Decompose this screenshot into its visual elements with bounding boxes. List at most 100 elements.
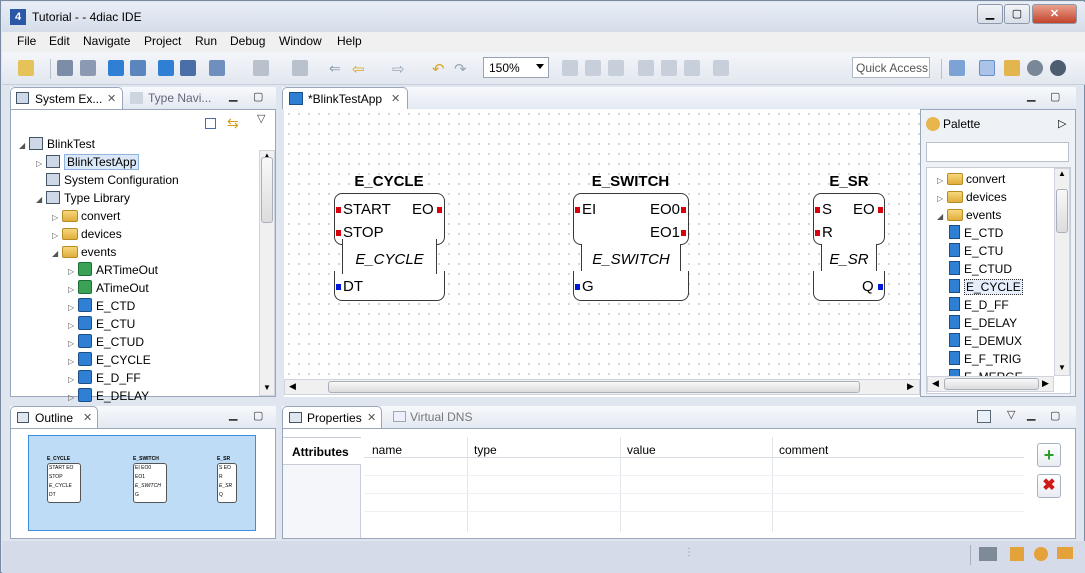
palette-item[interactable]: E_DELAY [949,314,1017,332]
tree-item[interactable]: System Configuration [36,171,179,189]
fb-instance-name[interactable]: E_SR [813,173,885,190]
port-q[interactable]: Q [862,278,874,295]
menu-file[interactable]: File [17,34,36,48]
fb-instance-name[interactable]: E_SWITCH [573,173,688,190]
tab-type-navigator[interactable]: Type Navi... [148,91,211,105]
tree-item[interactable]: ◢ events [52,243,116,261]
expanded-arrow-icon[interactable]: ◢ [19,137,29,155]
search-icon[interactable] [209,60,225,76]
menu-edit[interactable]: Edit [49,34,70,48]
tab-blinktestapp[interactable]: *BlinkTestApp ✕ [282,87,408,109]
subapp-icon[interactable] [180,60,196,76]
scroll-right-icon[interactable]: ▶ [1042,378,1049,389]
port-ei[interactable]: EI [582,201,596,218]
tab-properties[interactable]: Properties ✕ [282,406,382,428]
attributes-section-tab[interactable]: Attributes [283,437,361,465]
align-top-icon[interactable] [638,60,654,76]
column-header-name[interactable]: name [372,441,402,459]
save-all-icon[interactable] [80,60,96,76]
tree-item[interactable]: ▷ E_CTU [68,315,135,333]
palette-item[interactable]: ◢ events [937,206,1001,224]
tree-item[interactable]: ◢ Type Library [36,189,130,207]
maximize-view-icon[interactable]: ▢ [253,90,263,103]
deployment-perspective-icon[interactable] [1027,60,1043,76]
canvas-scroll-thumb[interactable] [328,381,860,393]
scroll-left-icon[interactable]: ◀ [289,381,296,392]
port-start[interactable]: START [343,201,391,218]
cheatsheet-icon[interactable] [1057,547,1073,559]
expanded-arrow-icon[interactable]: ◢ [937,208,947,226]
system-icon[interactable] [130,60,146,76]
collapsed-arrow-icon[interactable]: ▷ [68,389,78,407]
port-r[interactable]: R [822,224,833,241]
tree-item[interactable]: ▷ convert [52,207,120,225]
close-icon[interactable]: ✕ [83,411,92,424]
tree-item[interactable]: ▷ ATimeOut [68,279,149,297]
open-perspective-icon[interactable] [949,60,965,76]
align-right-icon[interactable] [608,60,624,76]
quick-access-input[interactable]: Quick Access [852,57,930,78]
tree-item[interactable]: ▷ E_CYCLE [68,351,151,369]
expanded-arrow-icon[interactable]: ◢ [36,191,46,209]
prev-annotation-icon[interactable] [292,60,308,76]
outline-viewport[interactable]: E_CYCLE START EO STOP E_CYCLE DT E_SWITCH EI E… [28,435,256,531]
column-header-value[interactable]: value [627,441,656,459]
palette-hscroll-thumb[interactable] [944,378,1039,390]
palette-item[interactable]: E_CTUD [949,260,1012,278]
forward-icon[interactable]: ⇨ [392,60,408,78]
port-eo[interactable]: EO [412,201,434,218]
menu-navigate[interactable]: Navigate [83,34,130,48]
tab-outline[interactable]: Outline ✕ [10,406,98,428]
adapter-icon[interactable] [158,60,174,76]
view-menu-icon[interactable]: ▽ [257,112,265,125]
canvas-scrollbar[interactable]: ◀ ▶ [284,379,920,395]
tree-scroll-thumb[interactable] [261,157,273,223]
palette-vscrollbar[interactable]: ▲ ▼ [1054,168,1070,376]
palette-item[interactable]: ▷ convert [937,170,1005,188]
port-eo0[interactable]: EO0 [650,201,680,218]
settings-icon[interactable] [1034,547,1048,561]
maximize-view-icon[interactable]: ▢ [1050,409,1060,422]
fb-data-section[interactable] [813,271,885,301]
fb-instance-name[interactable]: E_CYCLE [334,173,444,190]
palette-item[interactable]: ▷ devices [937,188,1007,206]
port-dt[interactable]: DT [343,278,363,295]
close-button[interactable]: ✕ [1032,4,1077,24]
palette-scroll-thumb[interactable] [1056,189,1068,233]
progress-icon[interactable] [979,547,997,561]
minimize-view-icon[interactable]: ▁ [1027,89,1035,102]
maximize-button[interactable]: ▢ [1004,4,1030,24]
palette-item[interactable]: E_CYCLE [949,278,1023,296]
port-g[interactable]: G [582,278,594,295]
palette-collapse-icon[interactable]: ▷ [1058,117,1066,130]
minimize-button[interactable]: ▁ [977,4,1003,24]
tab-virtual-dns[interactable]: Virtual DNS [410,410,472,424]
minimize-view-icon[interactable]: ▁ [229,89,237,102]
maximize-view-icon[interactable]: ▢ [253,409,263,422]
menu-project[interactable]: Project [144,34,181,48]
system-perspective-icon[interactable] [979,60,995,76]
add-attribute-button[interactable]: + [1037,443,1061,467]
tree-item[interactable]: ▷ E_CTUD [68,333,144,351]
pin-view-icon[interactable] [977,410,991,423]
column-header-comment[interactable]: comment [779,441,828,459]
delete-attribute-button[interactable]: ✖ [1037,474,1061,498]
back-icon[interactable]: ⇦ [352,60,368,78]
align-left-icon[interactable] [562,60,578,76]
port-eo[interactable]: EO [853,201,875,218]
scroll-down-icon[interactable]: ▼ [1058,363,1066,372]
align-bottom-icon[interactable] [684,60,700,76]
scroll-left-icon[interactable]: ◀ [932,378,939,389]
palette-item[interactable]: E_D_FF [949,296,1009,314]
next-annotation-icon[interactable] [253,60,269,76]
redo-icon[interactable]: ↷ [454,60,470,78]
align-center-icon[interactable] [585,60,601,76]
close-icon[interactable]: ✕ [367,411,376,424]
close-icon[interactable]: ✕ [391,92,400,105]
port-eo1[interactable]: EO1 [650,224,680,241]
tree-item[interactable]: ▷ ARTimeOut [68,261,158,279]
menu-help[interactable]: Help [337,34,362,48]
expanded-arrow-icon[interactable]: ◢ [52,245,62,263]
maximize-view-icon[interactable]: ▢ [1050,90,1060,103]
new-icon[interactable] [18,60,34,76]
